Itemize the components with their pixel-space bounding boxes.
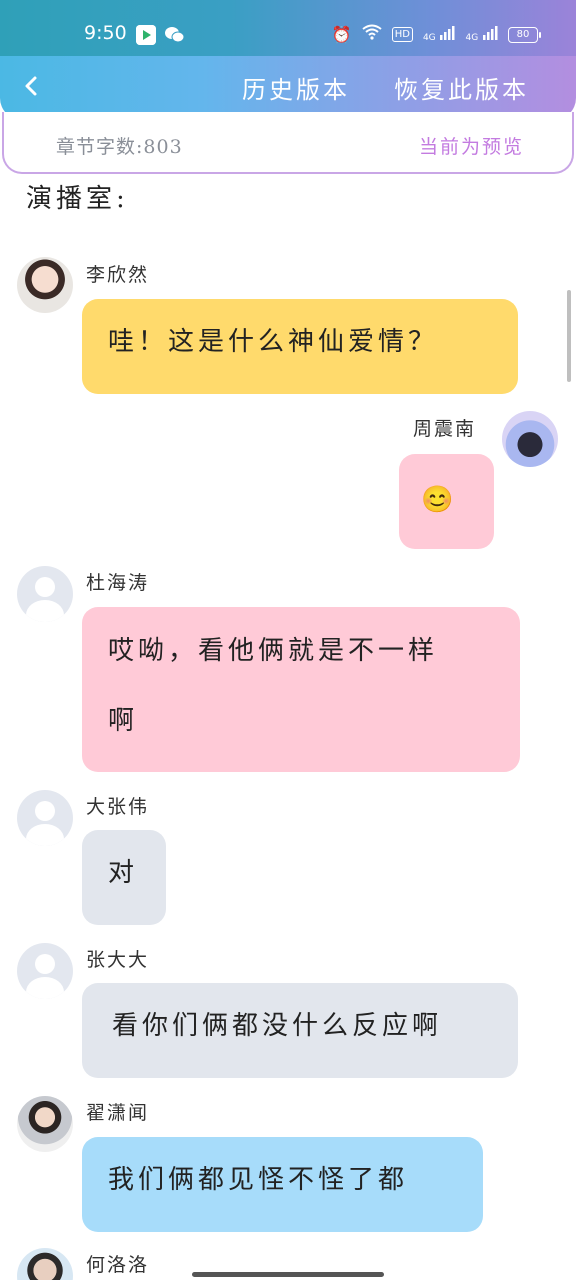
avatar[interactable] — [502, 411, 558, 467]
sender-name: 周震南 — [413, 418, 477, 440]
emoji-smile-icon: 😊 — [421, 485, 458, 515]
message-bubble[interactable]: 看你们俩都没什么反应啊 — [82, 983, 518, 1078]
hd-badge: HD — [391, 27, 413, 42]
sender-name: 翟潇闻 — [86, 1102, 150, 1124]
video-app-icon — [136, 25, 156, 45]
avatar[interactable] — [17, 257, 73, 313]
avatar[interactable] — [17, 566, 73, 622]
message-text: 对 — [108, 858, 139, 888]
signal-1: 4G — [423, 26, 456, 43]
alarm-icon: ⏰ — [331, 24, 352, 44]
back-button[interactable] — [16, 70, 48, 102]
avatar[interactable] — [17, 1096, 73, 1152]
message-bubble[interactable]: 哎呦，看他俩就是不一样 啊 — [82, 607, 520, 772]
status-time: 9:50 — [84, 22, 127, 44]
room-title: 演播室: — [26, 184, 129, 214]
sender-name: 何洛洛 — [86, 1254, 150, 1276]
home-indicator[interactable] — [192, 1272, 384, 1277]
message-bubble[interactable]: 对 — [82, 830, 166, 925]
sender-name: 李欣然 — [86, 264, 150, 286]
history-versions-button[interactable]: 历史版本 — [242, 70, 350, 105]
sender-name: 张大大 — [86, 949, 150, 971]
message-text: 看你们俩都没什么反应啊 — [112, 1011, 443, 1041]
restore-version-button[interactable]: 恢复此版本 — [394, 70, 529, 105]
message-text: 哇！这是什么神仙爱情？ — [108, 327, 439, 357]
top-nav-bar: 历史版本 恢复此版本 — [0, 56, 576, 120]
message-bubble[interactable]: 😊 — [399, 454, 494, 549]
sender-name: 大张伟 — [86, 796, 150, 818]
wechat-icon — [164, 25, 185, 45]
signal-2: 4G — [465, 26, 498, 43]
chapter-info-box: 章节字数:803 当前为预览 — [2, 112, 574, 174]
avatar[interactable] — [17, 1248, 73, 1280]
avatar[interactable] — [17, 790, 73, 846]
avatar[interactable] — [17, 943, 73, 999]
preview-status: 当前为预览 — [418, 136, 524, 158]
scrollbar[interactable] — [567, 290, 571, 382]
sender-name: 杜海涛 — [86, 572, 150, 594]
status-bar: 9:50 ⏰ HD 4G 4G 80 — [0, 0, 576, 62]
message-text-line: 啊 — [108, 706, 139, 736]
chapter-word-count: 章节字数:803 — [56, 136, 183, 158]
message-text: 我们俩都见怪不怪了都 — [108, 1165, 409, 1195]
battery-indicator: 80 — [508, 26, 541, 43]
message-bubble[interactable]: 我们俩都见怪不怪了都 — [82, 1137, 483, 1232]
message-bubble[interactable]: 哇！这是什么神仙爱情？ — [82, 299, 518, 394]
status-right-icons: ⏰ HD 4G 4G 80 — [331, 24, 541, 45]
message-text-line: 哎呦，看他俩就是不一样 — [108, 636, 439, 666]
chevron-left-icon — [25, 76, 37, 96]
wifi-icon — [362, 24, 382, 45]
